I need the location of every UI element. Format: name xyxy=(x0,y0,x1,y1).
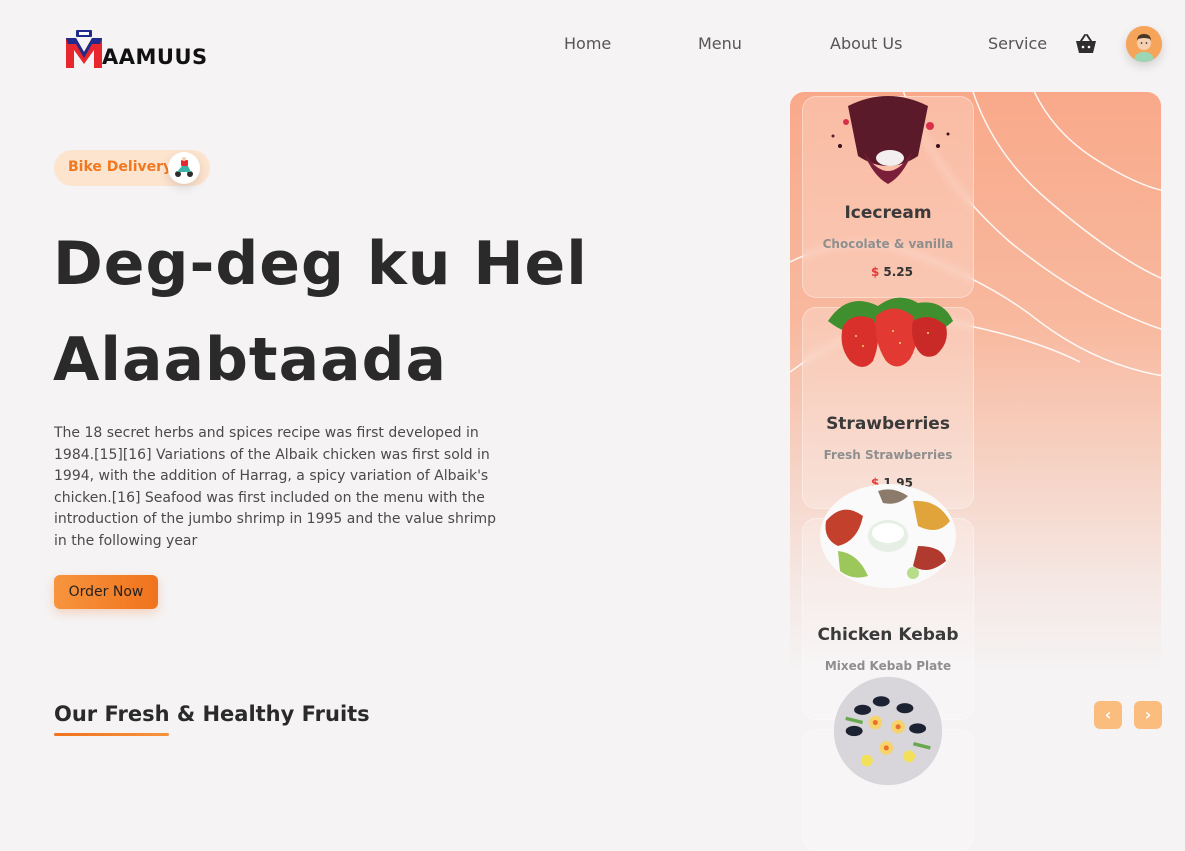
menu-card-seafood[interactable] xyxy=(802,676,974,851)
basket-icon[interactable] xyxy=(1074,33,1098,55)
hero-title: Deg-deg ku Hel Alaabtaada xyxy=(53,216,693,408)
section-title: Our Fresh & Healthy Fruits xyxy=(54,702,370,726)
hero-title-line-1: Deg-deg ku Hel xyxy=(53,229,588,299)
card-name: Chicken Kebab xyxy=(817,625,959,645)
carousel-prev-button[interactable]: ‹ xyxy=(1094,701,1122,729)
section-title-underline xyxy=(54,733,169,736)
card-name: Icecream xyxy=(844,203,932,223)
nav-about-us[interactable]: About Us xyxy=(830,34,902,53)
card-desc: Fresh Strawberries xyxy=(823,448,953,462)
nav-service[interactable]: Service xyxy=(988,34,1047,53)
hero-description: The 18 secret herbs and spices recipe wa… xyxy=(54,425,496,549)
icecream-image xyxy=(831,96,950,184)
menu-card-icecream[interactable]: Icecream Chocolate & vanilla $5.25 xyxy=(802,96,974,298)
nav-menu[interactable]: Menu xyxy=(698,34,742,53)
badge-label: Bike Delivery xyxy=(68,159,173,175)
order-now-button[interactable]: Order Now xyxy=(54,575,158,609)
kebab-plate-image xyxy=(820,484,956,588)
user-avatar-icon[interactable] xyxy=(1126,26,1162,62)
carousel-next-button[interactable]: › xyxy=(1134,701,1162,729)
strawberries-image xyxy=(828,297,953,367)
card-desc: Chocolate & vanilla xyxy=(822,237,954,251)
logo-m-icon xyxy=(66,30,102,68)
card-name: Strawberries xyxy=(826,414,950,434)
seafood-plate-image xyxy=(833,676,943,786)
avatar-face-icon xyxy=(1126,26,1162,62)
bike-delivery-badge: Bike Delivery xyxy=(54,150,210,186)
hero-title-line-2: Alaabtaada xyxy=(53,325,448,395)
brand-logo[interactable]: AAMUUS xyxy=(64,26,214,74)
menu-card-strawberries[interactable]: Strawberries Fresh Strawberries $1.95 xyxy=(802,297,974,509)
scooter-icon xyxy=(168,152,200,184)
card-desc: Mixed Kebab Plate xyxy=(824,659,952,673)
nav-home[interactable]: Home xyxy=(564,34,611,53)
brand-logo-text: AAMUUS xyxy=(102,45,208,69)
